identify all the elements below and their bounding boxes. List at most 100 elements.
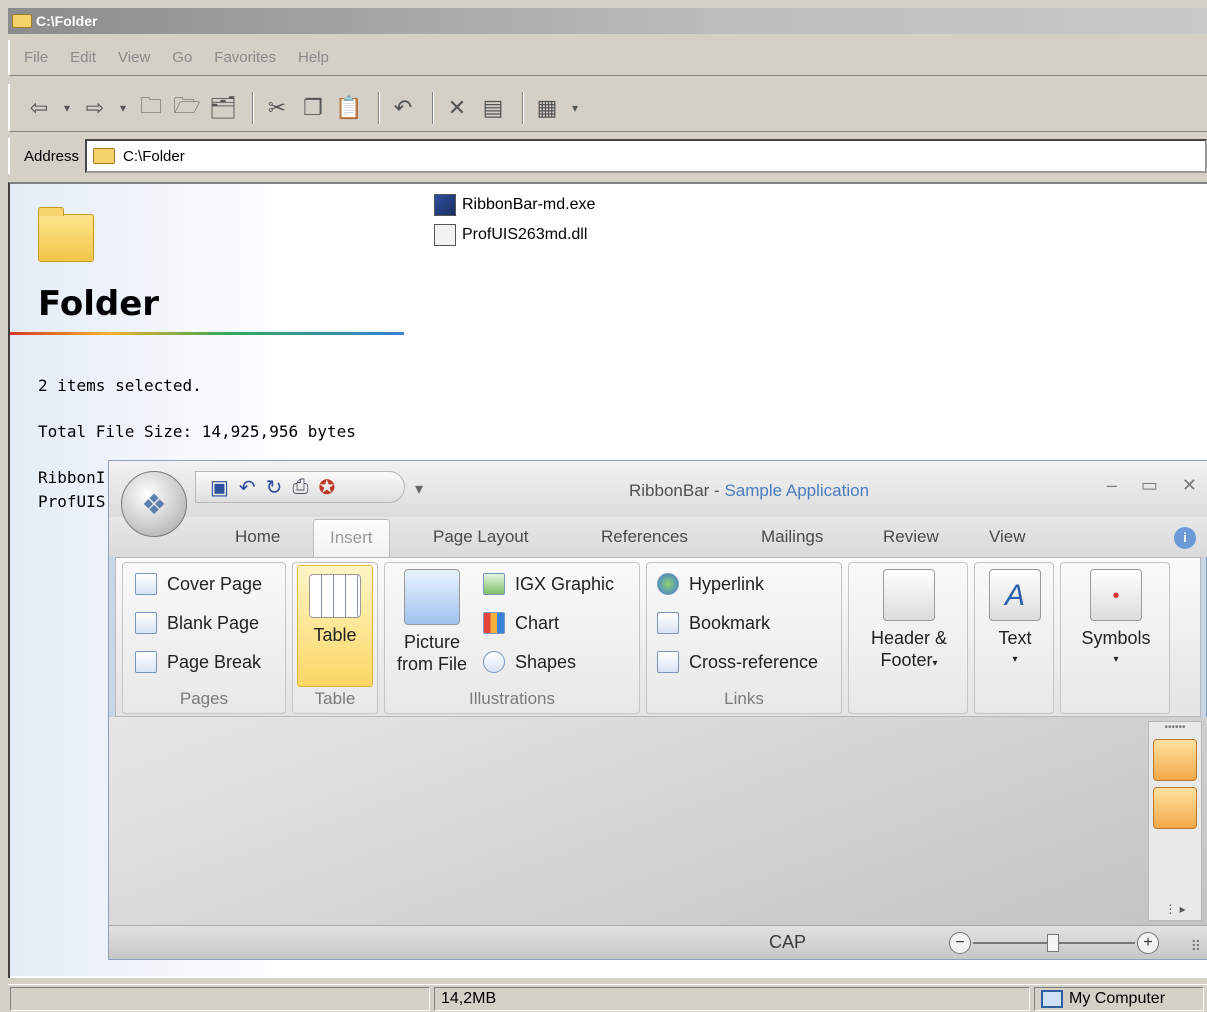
paste-icon[interactable]: 📋 [334, 93, 364, 123]
menu-bar: File Edit View Go Favorites Help [8, 40, 1207, 76]
table-button[interactable]: Table [297, 565, 373, 687]
picture-from-file-button[interactable]: Picture from File [393, 569, 471, 675]
back-arrow-icon[interactable]: ⇦ [24, 93, 54, 123]
shapes-icon [483, 651, 505, 673]
zoom-slider[interactable]: − + [949, 932, 1159, 954]
file-item[interactable]: RibbonBar-md.exe [434, 194, 595, 216]
resize-grip-icon[interactable]: ⠿ [1191, 938, 1201, 955]
shapes-label: Shapes [515, 651, 577, 672]
large-folder-icon [38, 207, 94, 262]
blank-page-icon [135, 612, 157, 634]
award-icon[interactable]: ✪ [318, 475, 335, 500]
total-file-size: Total File Size: 14,925,956 bytes [38, 422, 356, 441]
customize-qat-icon[interactable]: ▾ [415, 479, 423, 499]
file-item[interactable]: ProfUIS263md.dll [434, 224, 587, 246]
text-button[interactable]: A Text ▾ [985, 569, 1045, 671]
tab-references[interactable]: References [601, 527, 688, 547]
save-icon[interactable]: ▣ [210, 475, 229, 500]
cross-reference-icon [657, 651, 679, 673]
menu-view[interactable]: View [118, 49, 150, 66]
tab-insert[interactable]: Insert [313, 519, 390, 559]
delete-icon[interactable]: ✕ [442, 93, 472, 123]
minimize-icon[interactable]: – [1107, 475, 1117, 496]
selected-file-2: ProfUIS [38, 492, 106, 511]
tab-mailings[interactable]: Mailings [761, 527, 823, 547]
blank-page-button[interactable]: Blank Page [135, 612, 259, 634]
views-icon[interactable]: ▦ [532, 93, 562, 123]
page-break-button[interactable]: Page Break [135, 651, 261, 673]
selected-file-1: RibbonI [38, 468, 106, 487]
tab-home[interactable]: Home [235, 527, 280, 547]
zoom-in-icon[interactable]: + [1137, 932, 1159, 954]
page-break-icon [135, 651, 157, 673]
igx-graphic-label: IGX Graphic [515, 573, 615, 594]
group-links: Hyperlink Bookmark Cross-reference Links [646, 562, 842, 714]
address-label: Address [24, 147, 80, 165]
status-zone: My Computer [1034, 987, 1204, 1011]
forward-dropdown-icon[interactable]: ▾ [116, 93, 130, 123]
chart-button[interactable]: Chart [483, 612, 559, 634]
redo-icon[interactable]: ↻ [266, 475, 283, 500]
zoom-out-icon[interactable]: − [949, 932, 971, 954]
header-footer-button[interactable]: Header & Footer▾ [861, 569, 957, 675]
bookmark-button[interactable]: Bookmark [657, 612, 770, 634]
exe-icon [434, 194, 456, 216]
document-workspace [109, 717, 1207, 927]
window-title: C:\Folder [36, 13, 98, 29]
file-name: RibbonBar-md.exe [462, 196, 596, 213]
explorer-title-bar: C:\Folder [8, 8, 1207, 34]
explorer-status-bar: 14,2MB My Computer [8, 984, 1207, 1012]
dropdown-arrow-icon: ▾ [932, 658, 938, 669]
toolbar-separator [522, 91, 524, 124]
shapes-button[interactable]: Shapes [483, 651, 576, 673]
properties-icon[interactable]: ▤ [478, 93, 508, 123]
undo-icon[interactable]: ↶ [388, 93, 418, 123]
cross-reference-button[interactable]: Cross-reference [657, 651, 818, 673]
cut-icon[interactable]: ✂ [262, 93, 292, 123]
symbols-button[interactable]: • Symbols ▾ [1077, 569, 1155, 671]
maximize-icon[interactable]: ▭ [1141, 475, 1158, 496]
group-label-links: Links [724, 689, 764, 708]
help-icon[interactable]: i [1174, 527, 1196, 549]
folder-icon [93, 148, 116, 164]
menu-go[interactable]: Go [172, 49, 192, 66]
undo-icon[interactable]: ↶ [239, 475, 256, 500]
new-folder-icon[interactable]: 🗁 [172, 93, 202, 123]
forward-arrow-icon[interactable]: ⇨ [80, 93, 110, 123]
tab-view[interactable]: View [989, 527, 1026, 547]
views-dropdown-icon[interactable]: ▾ [568, 93, 582, 123]
menu-edit[interactable]: Edit [70, 49, 96, 66]
menu-file[interactable]: File [24, 49, 48, 66]
print-icon[interactable]: ⎙ [292, 476, 308, 499]
folder-options-icon[interactable]: 🗂 [208, 93, 238, 123]
status-size-value: 14,2MB [441, 990, 497, 1007]
close-icon[interactable]: ✕ [1182, 475, 1197, 496]
address-input[interactable]: C:\Folder [85, 139, 1207, 173]
ribbonbar-window: ▣ ↶ ↻ ⎙ ✪ ▾ RibbonBar - Sample Applicati… [108, 460, 1207, 960]
title-app: RibbonBar [629, 481, 710, 500]
group-pages: Cover Page Blank Page Page Break Pages [122, 562, 286, 714]
igx-graphic-button[interactable]: IGX Graphic [483, 573, 614, 595]
application-button[interactable]: ❖ [121, 471, 187, 537]
toolbar-separator [432, 91, 434, 124]
up-folder-icon[interactable]: 🗀 [136, 93, 166, 123]
toolbar-gripper[interactable]: •••••• [1149, 722, 1201, 733]
overflow-chevron-icon[interactable]: ⋮ ▸ [1149, 902, 1201, 916]
menu-help[interactable]: Help [298, 49, 329, 66]
chart-icon [483, 612, 505, 634]
tool-icon[interactable] [1153, 739, 1197, 781]
group-text: A Text ▾ [974, 562, 1054, 714]
group-symbols: • Symbols ▾ [1060, 562, 1170, 714]
copy-icon[interactable]: ❐ [298, 93, 328, 123]
cover-page-button[interactable]: Cover Page [135, 573, 262, 595]
tab-review[interactable]: Review [883, 527, 939, 547]
back-dropdown-icon[interactable]: ▾ [60, 93, 74, 123]
zoom-thumb[interactable] [1047, 934, 1059, 952]
tool-icon[interactable] [1153, 787, 1197, 829]
app-root: C:\Folder File Edit View Go Favorites He… [0, 0, 1207, 1012]
hyperlink-button[interactable]: Hyperlink [657, 573, 764, 595]
text-icon: A [989, 569, 1041, 621]
tab-page-layout[interactable]: Page Layout [433, 527, 528, 547]
cover-page-label: Cover Page [167, 573, 263, 594]
menu-favorites[interactable]: Favorites [214, 49, 276, 66]
